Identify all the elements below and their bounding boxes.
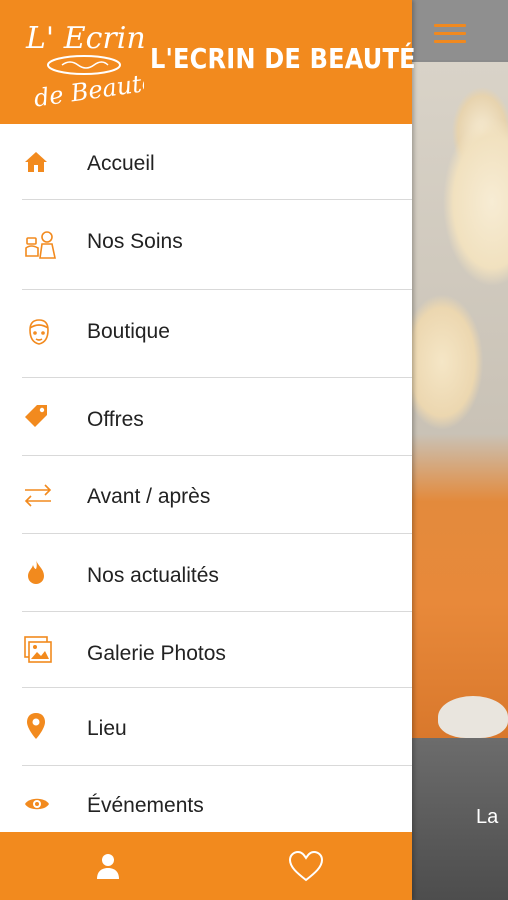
home-icon [22,148,50,176]
main-top-bar [412,0,508,60]
menu-item-label: Accueil [87,152,155,175]
menu-item-label: Nos Soins [87,230,183,253]
location-pin-icon [22,712,50,740]
brand-logo: L' Ecrin de Beauté [25,21,144,113]
drawer-footer [0,832,412,900]
user-icon[interactable] [94,852,122,880]
eye-icon [22,790,52,818]
menu-item-label: Lieu [87,717,127,740]
menu-item-accueil[interactable]: Accueil [0,124,412,200]
menu-item-galerie-photos[interactable]: Galerie Photos [0,612,412,688]
hamburger-menu-icon[interactable] [434,24,466,44]
menu-item-evenements[interactable]: Événements [0,766,412,832]
menu-item-lieu[interactable]: Lieu [0,688,412,766]
care-icon [22,228,58,264]
menu-item-label: Boutique [87,320,170,343]
menu-item-offres[interactable]: Offres [0,378,412,456]
menu-item-avant-apres[interactable]: Avant / après [0,456,412,534]
menu-item-boutique[interactable]: Boutique [0,290,412,378]
menu-item-label: Événements [87,794,204,817]
menu-item-nos-actualites[interactable]: Nos actualités [0,534,412,612]
hero-caption: La [476,806,499,828]
menu-item-label: Galerie Photos [87,642,226,665]
drawer-header: L' Ecrin de Beauté L'ECRIN DE BEAUTÉ [0,0,416,124]
menu-item-label: Nos actualités [87,564,219,587]
tag-icon [22,402,50,430]
menu-item-label: Offres [87,408,144,431]
swap-arrows-icon [22,481,54,509]
spa-stone-image [438,696,508,738]
brand-title: L'ECRIN DE BEAUTÉ [150,42,416,75]
logo-line1: L' Ecrin [25,21,144,56]
navigation-drawer: L' Ecrin de Beauté L'ECRIN DE BEAUTÉ Acc… [0,0,416,900]
hero-photo [412,62,508,738]
drawer-menu: Accueil Nos Soins Boutique Offres Avant … [0,124,412,832]
main-content-background: La [412,0,508,900]
heart-icon[interactable] [287,849,325,883]
menu-item-label: Avant / après [87,485,211,508]
face-icon [22,316,56,350]
menu-item-nos-soins[interactable]: Nos Soins [0,200,412,290]
flame-icon [22,558,50,586]
gallery-icon [22,634,54,666]
